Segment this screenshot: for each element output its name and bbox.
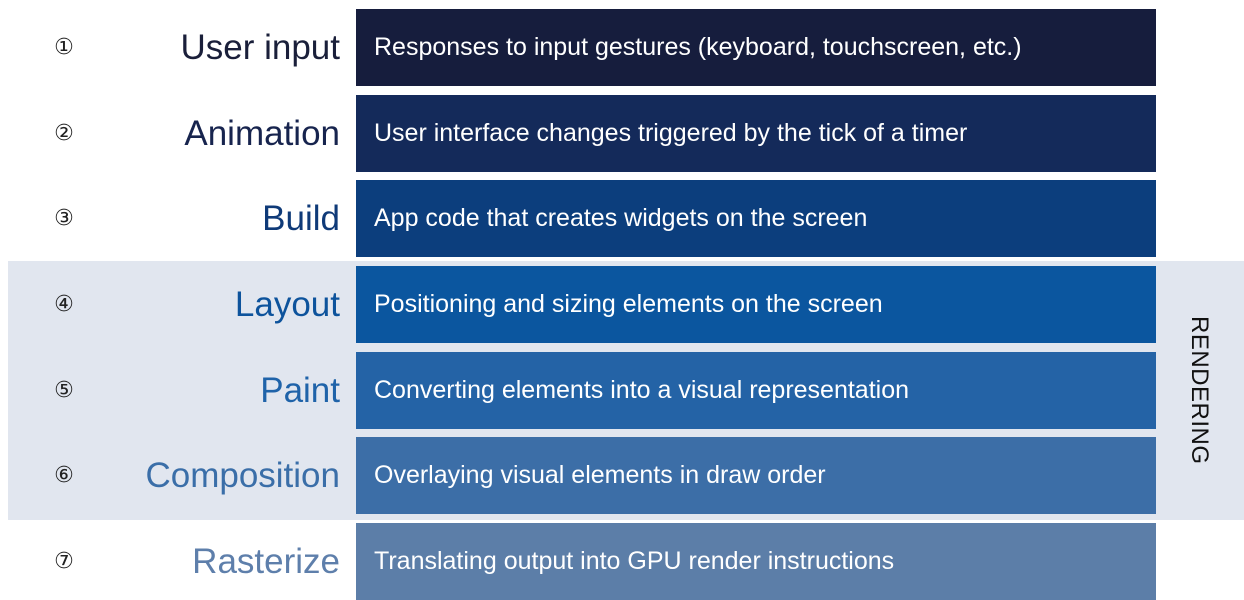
stage-row-user-input: ① User input Responses to input gestures… bbox=[0, 9, 1244, 86]
rendering-label-text: RENDERING bbox=[1186, 316, 1213, 465]
stage-description-box: Positioning and sizing elements on the s… bbox=[356, 266, 1156, 343]
stage-number: ② bbox=[54, 121, 74, 146]
stage-description-box: Overlaying visual elements in draw order bbox=[356, 437, 1156, 514]
stage-name: User input bbox=[180, 27, 340, 67]
stage-row-animation: ② Animation User interface changes trigg… bbox=[0, 95, 1244, 172]
stage-row-rasterize: ⑦ Rasterize Translating output into GPU … bbox=[0, 523, 1244, 600]
stage-row-layout: ④ Layout Positioning and sizing elements… bbox=[0, 266, 1244, 343]
stage-number: ④ bbox=[54, 292, 74, 317]
stage-number: ⑥ bbox=[54, 463, 74, 488]
stage-name: Build bbox=[262, 198, 340, 238]
stage-name: Rasterize bbox=[192, 541, 340, 581]
stage-description-box: Translating output into GPU render instr… bbox=[356, 523, 1156, 600]
stage-row-composition: ⑥ Composition Overlaying visual elements… bbox=[0, 437, 1244, 514]
stage-description-box: App code that creates widgets on the scr… bbox=[356, 180, 1156, 257]
stage-number: ⑦ bbox=[54, 549, 74, 574]
stage-description-box: Converting elements into a visual repres… bbox=[356, 352, 1156, 429]
stage-row-build: ③ Build App code that creates widgets on… bbox=[0, 180, 1244, 257]
stage-number: ③ bbox=[54, 206, 74, 231]
rendering-group-label: RENDERING bbox=[1176, 261, 1222, 520]
stage-description-box: Responses to input gestures (keyboard, t… bbox=[356, 9, 1156, 86]
stage-name: Paint bbox=[260, 370, 340, 410]
stage-name: Composition bbox=[145, 455, 340, 495]
stage-description-box: User interface changes triggered by the … bbox=[356, 95, 1156, 172]
stage-name: Layout bbox=[234, 284, 340, 324]
stage-number: ⑤ bbox=[54, 378, 74, 403]
stage-row-paint: ⑤ Paint Converting elements into a visua… bbox=[0, 352, 1244, 429]
stage-name: Animation bbox=[184, 113, 340, 153]
stage-number: ① bbox=[54, 35, 74, 60]
